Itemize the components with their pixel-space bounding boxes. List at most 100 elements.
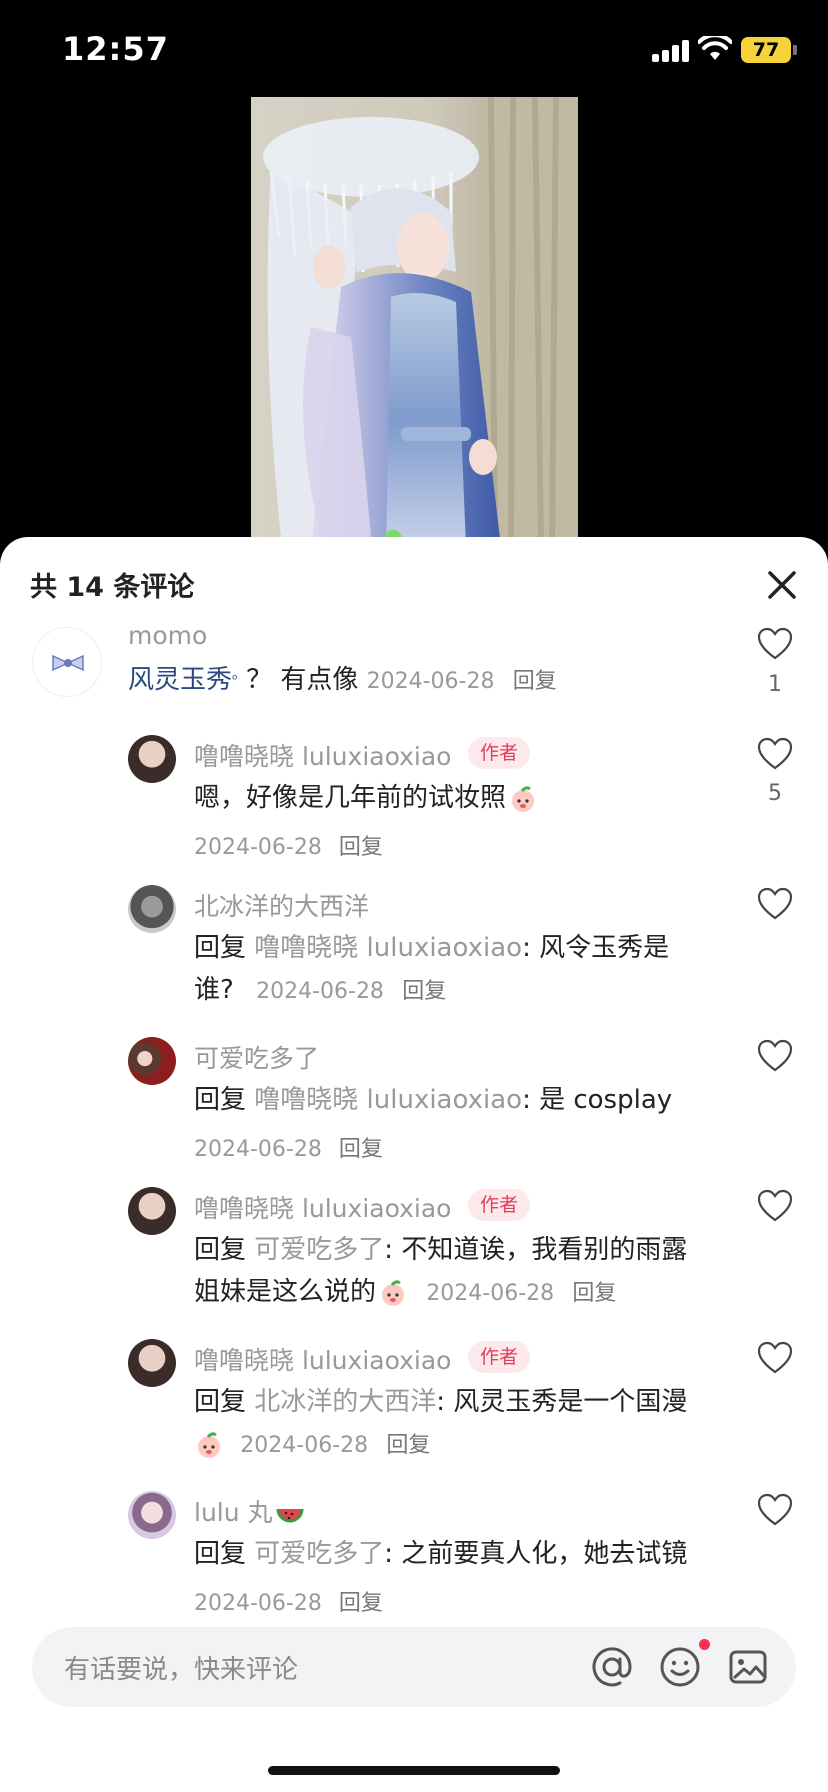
comment-text: 回复 可爱吃多了: 不知道诶，我看别的雨露 [194, 1229, 687, 1271]
comment-date: 2024-06-28 [194, 835, 322, 860]
battery-icon: 77 [741, 37, 791, 63]
reply-to-user[interactable]: 可爱吃多了 [254, 1235, 384, 1265]
heart-icon[interactable] [757, 737, 793, 771]
reply-to-user[interactable]: 可爱吃多了 [254, 1539, 384, 1569]
comment-username[interactable]: 北冰洋的大西洋 [194, 887, 369, 923]
comment-date: 2024-06-28 [240, 1433, 369, 1458]
at-icon[interactable] [590, 1645, 634, 1689]
comment-username[interactable]: 噜噜晓晓 luluxiaoxiao [194, 1341, 451, 1377]
status-bar: 12:57 77 [0, 0, 828, 100]
battery-tip [793, 45, 797, 55]
emoji-icon[interactable] [658, 1645, 702, 1689]
comment-meta: 2024-06-28 回复 [194, 1131, 383, 1163]
reply-item: 噜噜晓晓 luluxiaoxiao 作者 回复 可爱吃多了: 不知道诶，我看别的… [0, 1179, 828, 1329]
comment-body: 嗯，好像是几年前的试妆照 [194, 783, 507, 813]
reply-button[interactable]: 回复 [402, 979, 446, 1004]
comment-body: ？ 有点像 [246, 665, 359, 695]
heart-icon[interactable] [757, 1341, 793, 1375]
heart-icon[interactable] [757, 1493, 793, 1527]
avatar[interactable] [32, 627, 102, 697]
username-text: lulu 丸 [194, 1498, 273, 1527]
comment-date: 2024-06-28 [194, 1591, 322, 1616]
screen: 12:57 77 共 14 条评论 momo 风灵玉秀ᵒ ？ 有点像 2024-… [0, 0, 828, 1792]
comment-text: 回复 噜噜晓晓 luluxiaoxiao: 是 cosplay [194, 1079, 672, 1121]
reply-button[interactable]: 回复 [572, 1281, 616, 1306]
post-photo[interactable] [251, 97, 578, 547]
comment-input[interactable]: 有话要说，快来评论 [32, 1627, 796, 1707]
avatar[interactable] [128, 885, 176, 933]
reply-button[interactable]: 回复 [386, 1433, 430, 1458]
comments-count-title: 共 14 条评论 [30, 572, 195, 603]
comment-text: 回复 噜噜晓晓 luluxiaoxiao: 风令玉秀是 [194, 927, 669, 969]
comment-body: 谁? [194, 975, 234, 1005]
comment-username[interactable]: 可爱吃多了 [194, 1039, 319, 1075]
bow-icon [52, 654, 84, 672]
author-badge: 作者 [468, 737, 531, 769]
avatar[interactable] [128, 1339, 176, 1387]
comment-body: : 风灵玉秀是一个国漫 [436, 1387, 688, 1417]
comment-text: 嗯，好像是几年前的试妆照 [194, 777, 538, 819]
comment-date: 2024-06-28 [366, 669, 495, 694]
reply-button[interactable]: 回复 [339, 1591, 383, 1616]
search-link-icon: ᵒ [232, 672, 238, 688]
comment-username[interactable]: 噜噜晓晓 luluxiaoxiao [194, 737, 451, 773]
comment-body: 姐妹是这么说的 [194, 1277, 377, 1307]
comment-text-line: 2024-06-28 回复 [194, 1423, 430, 1467]
comment-text-line: 谁? 2024-06-28 回复 [194, 969, 446, 1013]
watermelon-icon [276, 1508, 304, 1523]
comment-body: : 不知道诶，我看别的雨露 [384, 1235, 688, 1265]
notification-dot [699, 1639, 710, 1650]
comment-input-placeholder: 有话要说，快来评论 [64, 1655, 299, 1685]
comment-body: : 之前要真人化，她去试镜 [384, 1539, 688, 1569]
wifi-icon [698, 36, 732, 60]
reply-prefix: 回复 [194, 1235, 247, 1265]
reply-button[interactable]: 回复 [339, 1137, 383, 1162]
photo-illustration [263, 97, 578, 547]
reply-button[interactable]: 回复 [513, 669, 557, 694]
comments-panel: 共 14 条评论 momo 风灵玉秀ᵒ ？ 有点像 2024-06-28 回复 [0, 537, 828, 1792]
heart-icon[interactable] [757, 887, 793, 921]
home-indicator[interactable] [268, 1766, 560, 1775]
comment-body: : 风令玉秀是 [522, 933, 670, 963]
like-count: 1 [768, 672, 782, 697]
comment-text: 回复 北冰洋的大西洋: 风灵玉秀是一个国漫 [194, 1381, 687, 1423]
author-badge: 作者 [468, 1189, 531, 1221]
peach-sticker-icon [198, 1431, 220, 1458]
comment-username[interactable]: momo [128, 621, 207, 650]
status-time: 12:57 [62, 30, 169, 68]
comment-meta: 2024-06-28 回复 [194, 829, 383, 861]
heart-icon[interactable] [757, 1039, 793, 1073]
avatar[interactable] [128, 1037, 176, 1085]
peach-sticker-icon [382, 1279, 405, 1306]
reply-item: 噜噜晓晓 luluxiaoxiao 作者 嗯，好像是几年前的试妆照 2024-0… [0, 725, 828, 865]
reply-item: 噜噜晓晓 luluxiaoxiao 作者 回复 北冰洋的大西洋: 风灵玉秀是一个… [0, 1331, 828, 1481]
like-count: 5 [768, 781, 782, 806]
comment-username[interactable]: lulu 丸 [194, 1493, 305, 1529]
reply-item: 可爱吃多了 回复 噜噜晓晓 luluxiaoxiao: 是 cosplay 20… [0, 1029, 828, 1169]
comment-meta: 2024-06-28 回复 [194, 1585, 383, 1617]
reply-item: lulu 丸 回复 可爱吃多了: 之前要真人化，她去试镜 2024-06-28 … [0, 1483, 828, 1623]
avatar[interactable] [128, 1187, 176, 1235]
reply-to-user[interactable]: 噜噜晓晓 luluxiaoxiao [254, 933, 522, 963]
reply-prefix: 回复 [194, 1085, 247, 1115]
author-badge: 作者 [468, 1341, 531, 1373]
comment-text: 风灵玉秀ᵒ ？ 有点像 2024-06-28 回复 [128, 659, 557, 703]
heart-icon[interactable] [757, 1189, 793, 1223]
comment-date: 2024-06-28 [194, 1137, 322, 1162]
reply-prefix: 回复 [194, 933, 247, 963]
reply-to-user[interactable]: 噜噜晓晓 luluxiaoxiao [254, 1085, 522, 1115]
reply-to-user[interactable]: 北冰洋的大西洋 [254, 1387, 436, 1417]
comment-body: : 是 cosplay [522, 1085, 673, 1115]
comment-date: 2024-06-28 [256, 979, 384, 1004]
comment-date: 2024-06-28 [426, 1281, 555, 1306]
close-icon[interactable] [762, 565, 802, 605]
reply-prefix: 回复 [194, 1387, 247, 1417]
comment-username[interactable]: 噜噜晓晓 luluxiaoxiao [194, 1189, 451, 1225]
reply-button[interactable]: 回复 [339, 835, 383, 860]
avatar[interactable] [128, 735, 176, 783]
heart-icon[interactable] [757, 627, 793, 661]
topic-link[interactable]: 风灵玉秀 [128, 665, 232, 695]
avatar[interactable] [128, 1491, 176, 1539]
signal-icon [652, 40, 692, 62]
image-icon[interactable] [726, 1645, 770, 1689]
